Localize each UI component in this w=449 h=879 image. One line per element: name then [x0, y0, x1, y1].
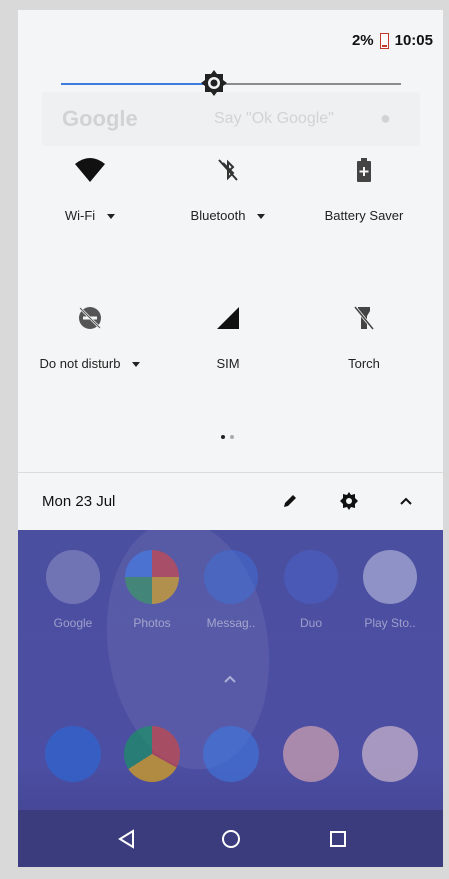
phone-icon	[45, 726, 101, 782]
dock-phone[interactable]	[38, 726, 108, 782]
photos-icon	[125, 550, 179, 604]
tile-torch[interactable]: Torch	[294, 300, 434, 371]
wifi-dropdown-icon[interactable]	[107, 214, 116, 220]
settings-icon[interactable]	[339, 491, 359, 511]
camera-icon	[283, 726, 339, 782]
tile-wifi[interactable]: Wi-Fi	[20, 152, 160, 223]
tile-sim[interactable]: SIM	[158, 300, 298, 371]
play-store-icon	[363, 550, 417, 604]
do-not-disturb-icon	[79, 307, 101, 329]
date-label: Mon 23 Jul	[42, 493, 116, 510]
app-duo[interactable]: Duo	[276, 550, 346, 630]
tile-bluetooth-label: Bluetooth	[190, 208, 246, 223]
bluetooth-dropdown-icon[interactable]	[257, 214, 266, 220]
signal-icon	[217, 307, 239, 329]
app-photos[interactable]: Photos	[117, 550, 187, 630]
bluetooth-off-icon	[218, 159, 238, 181]
app-play-store[interactable]: Play Sto..	[355, 550, 425, 630]
page-dot-active	[221, 435, 225, 439]
flashlight-off-icon	[353, 306, 375, 330]
back-icon[interactable]	[116, 828, 138, 850]
battery-saver-icon	[357, 158, 371, 182]
recents-icon[interactable]	[327, 828, 349, 850]
tile-sim-label: SIM	[216, 356, 240, 371]
tile-battery-saver-label: Battery Saver	[324, 208, 404, 223]
app-messages[interactable]: Messag..	[196, 550, 266, 630]
app-label: Photos	[133, 616, 171, 630]
tile-dnd-label: Do not disturb	[39, 356, 121, 371]
brightness-icon[interactable]	[201, 70, 227, 96]
device-screen: 2% 10:05 Google Say "Ok Google" ● Wi-Fi	[18, 10, 443, 867]
edit-icon[interactable]	[280, 491, 300, 511]
app-label: Messag..	[206, 616, 256, 630]
mic-icon: ●	[380, 108, 391, 128]
settings-icon	[203, 726, 259, 782]
app-google[interactable]: Google	[38, 550, 108, 630]
clock: 10:05	[394, 32, 433, 49]
dock-gmail[interactable]	[355, 726, 425, 782]
battery-percent: 2%	[351, 32, 374, 49]
messages-icon	[204, 550, 258, 604]
google-search-widget: Google Say "Ok Google" ●	[42, 92, 420, 146]
tile-bluetooth[interactable]: Bluetooth	[158, 152, 298, 223]
duo-icon	[284, 550, 338, 604]
tile-do-not-disturb[interactable]: Do not disturb	[20, 300, 160, 371]
navigation-bar	[18, 810, 443, 867]
google-logo: Google	[62, 106, 138, 131]
shade-footer: Mon 23 Jul	[18, 473, 443, 530]
dock-camera[interactable]	[276, 726, 346, 782]
google-folder-icon	[46, 550, 100, 604]
page-indicator	[221, 435, 234, 439]
google-placeholder: Say "Ok Google"	[214, 110, 334, 127]
app-label: Play Sto..	[364, 616, 416, 630]
battery-icon	[379, 32, 389, 49]
wifi-icon	[75, 158, 105, 182]
brightness-slider[interactable]	[61, 70, 401, 96]
tile-torch-label: Torch	[348, 356, 380, 371]
page-dot	[230, 435, 234, 439]
dock-settings[interactable]	[196, 726, 266, 782]
app-label: Duo	[299, 616, 322, 630]
home-icon[interactable]	[220, 828, 242, 850]
tile-battery-saver[interactable]: Battery Saver	[294, 152, 434, 223]
collapse-icon[interactable]	[396, 491, 416, 511]
brightness-fill	[61, 83, 214, 85]
app-label: Google	[53, 616, 93, 630]
app-drawer-arrow-icon[interactable]	[222, 674, 238, 684]
dnd-dropdown-icon[interactable]	[132, 362, 141, 368]
dock-chrome[interactable]	[117, 726, 187, 782]
chrome-icon	[124, 726, 180, 782]
status-bar: 2% 10:05	[352, 32, 433, 49]
gmail-icon	[362, 726, 418, 782]
tile-wifi-label: Wi-Fi	[64, 208, 96, 223]
